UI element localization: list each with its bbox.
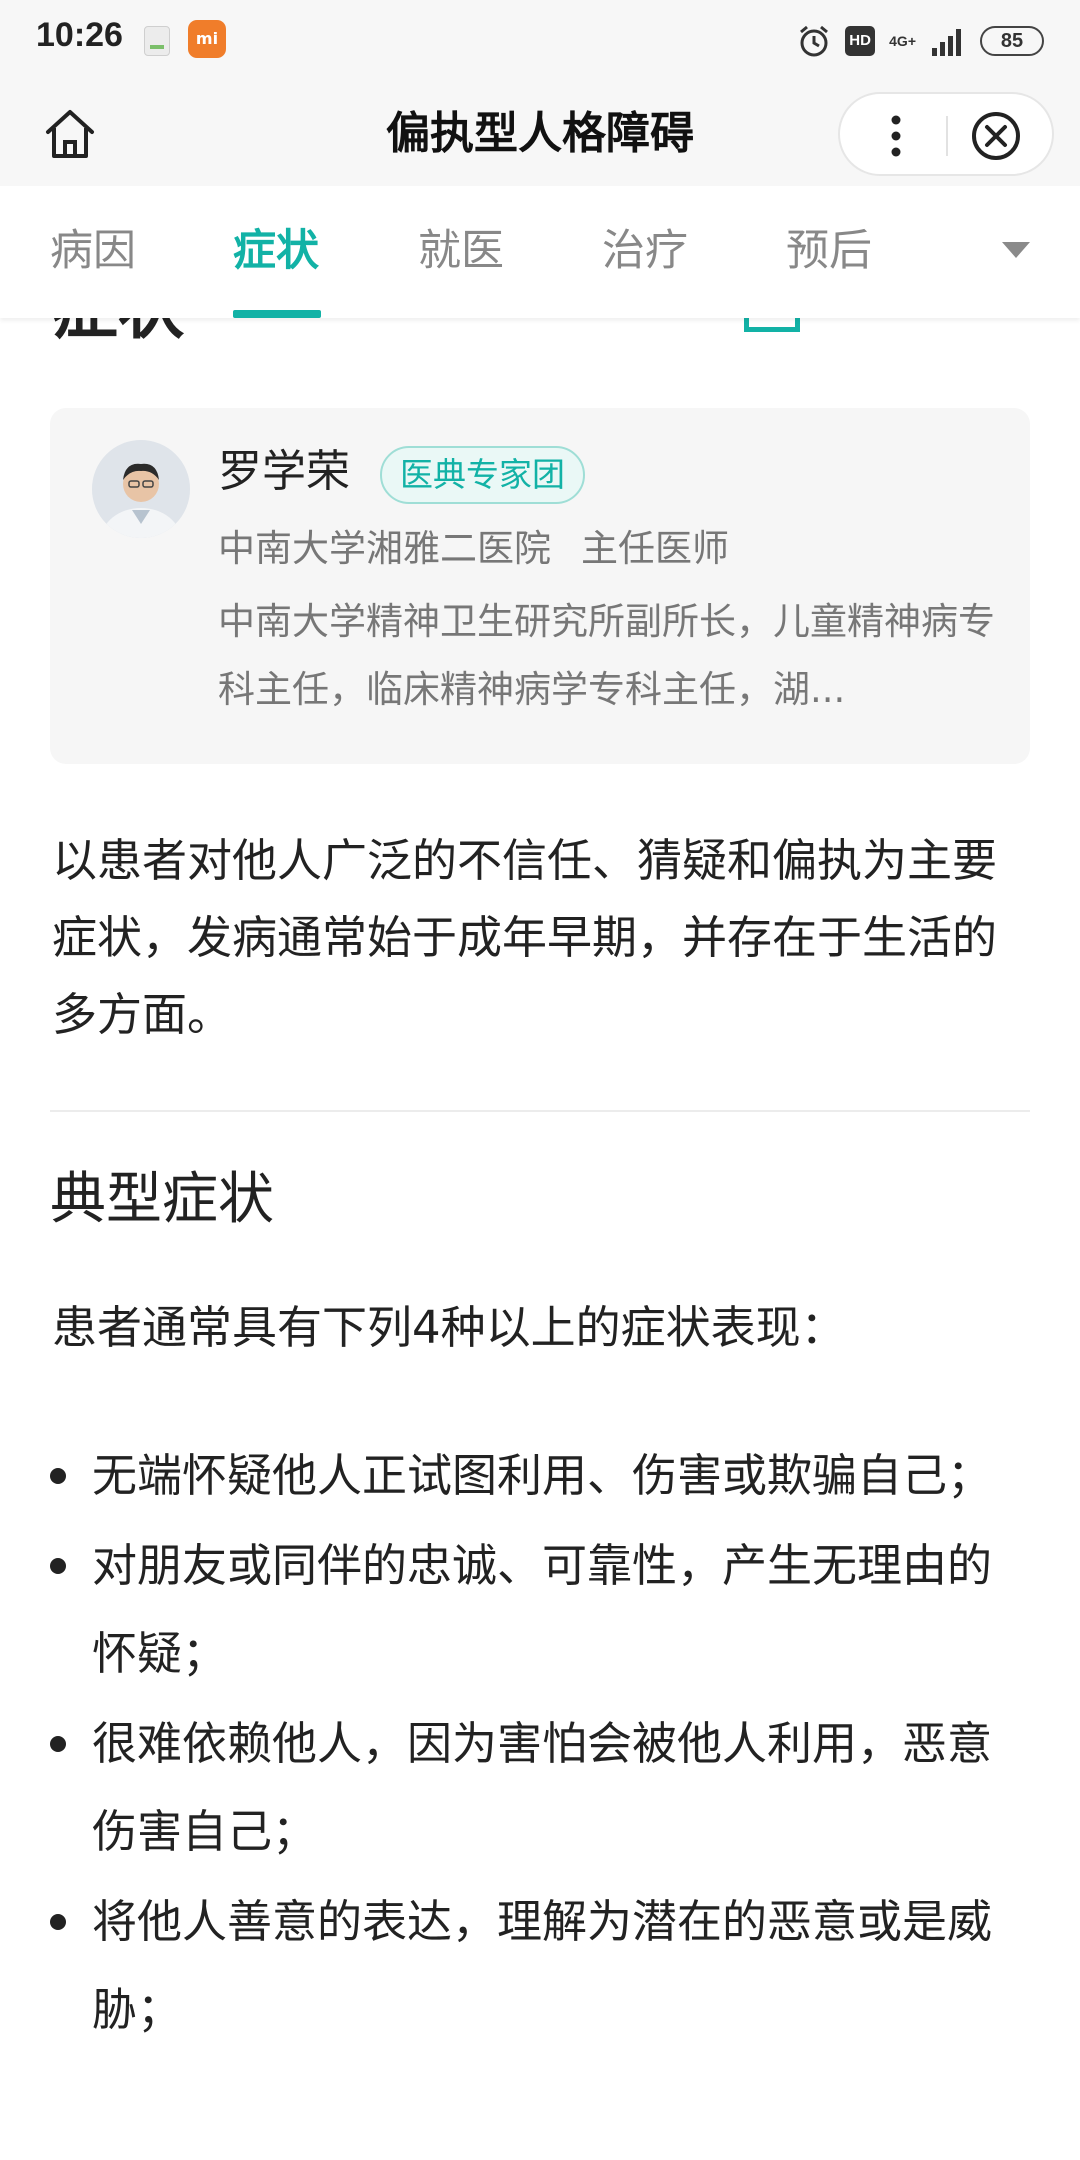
- active-tab-indicator: [233, 310, 321, 318]
- close-icon[interactable]: [966, 106, 1026, 166]
- hd-icon: HD: [845, 26, 876, 56]
- expert-bio: 中南大学精神卫生研究所副所长，儿童精神病专科主任，临床精神病学专科主任，湖...: [218, 600, 995, 711]
- tab-symptoms[interactable]: 症状: [233, 186, 319, 318]
- symptom-text: 对朋友或同伴的忠诚、可靠性，产生无理由的怀疑；: [92, 1539, 993, 1680]
- bullet-icon: [50, 1558, 66, 1574]
- expert-affiliation: 中南大学湘雅二医院 主任医师: [218, 524, 729, 574]
- expert-hospital: 中南大学湘雅二医院: [218, 527, 551, 570]
- tab-cause[interactable]: 病因: [50, 186, 136, 318]
- status-bar: 10:26 mi HD 4G+ 85: [0, 0, 1080, 82]
- expert-title: 主任医师: [581, 527, 729, 570]
- expert-name: 罗学荣: [218, 446, 350, 497]
- section-tabs: 病因 症状 就医 治疗 预后: [0, 186, 1080, 318]
- tab-prognosis[interactable]: 预后: [786, 186, 872, 318]
- list-item: 对朋友或同伴的忠诚、可靠性，产生无理由的怀疑；: [50, 1522, 1030, 1698]
- typical-symptoms-lead: 患者通常具有下列4种以上的症状表现：: [52, 1301, 846, 1354]
- expert-team-badge: 医典专家团: [380, 446, 585, 504]
- symptom-list: 无端怀疑他人正试图利用、伤害或欺骗自己； 对朋友或同伴的忠诚、可靠性，产生无理由…: [50, 1432, 1030, 2056]
- alarm-icon: [800, 25, 829, 57]
- title-bar: 偏执型人格障碍: [0, 82, 1080, 186]
- intro-paragraph: 以患者对他人广泛的不信任、猜疑和偏执为主要症状，发病通常始于成年早期，并存在于生…: [52, 834, 998, 1041]
- list-item: 无端怀疑他人正试图利用、伤害或欺骗自己；: [50, 1432, 1030, 1520]
- divider: [50, 1110, 1030, 1112]
- avatar: [92, 440, 190, 538]
- status-icons: HD 4G+ 85: [797, 18, 1044, 64]
- expert-card[interactable]: 罗学荣 医典专家团 中南大学湘雅二医院 主任医师 中南大学精神卫生研究所副所长，儿…: [50, 408, 1030, 764]
- more-options-icon[interactable]: [866, 106, 926, 166]
- tab-diagnosis[interactable]: 就医: [418, 186, 504, 318]
- tabs-dropdown-icon[interactable]: [998, 236, 1034, 264]
- symptom-text: 无端怀疑他人正试图利用、伤害或欺骗自己；: [92, 1449, 993, 1502]
- tab-treatment[interactable]: 治疗: [602, 186, 688, 318]
- mi-app-notification-icon: mi: [188, 20, 226, 58]
- symptom-text: 很难依赖他人，因为害怕会被他人利用，恶意伤害自己；: [92, 1717, 993, 1858]
- list-item: 很难依赖他人，因为害怕会被他人利用，恶意伤害自己；: [50, 1700, 1030, 1876]
- typical-symptoms-heading: 典型症状: [50, 1167, 274, 1232]
- symptom-text: 将他人善意的表达，理解为潜在的恶意或是威胁；: [92, 1895, 993, 2036]
- doctor-avatar-icon: [92, 440, 190, 538]
- network-type-label: 4G+: [889, 33, 916, 49]
- battery-icon: 85: [980, 26, 1044, 56]
- notification-app-icon: [144, 26, 170, 56]
- bullet-icon: [50, 1736, 66, 1752]
- bullet-icon: [50, 1914, 66, 1930]
- home-icon[interactable]: [40, 104, 100, 164]
- signal-icon: [932, 29, 961, 56]
- list-item: 将他人善意的表达，理解为潜在的恶意或是威胁；: [50, 1878, 1030, 2054]
- status-time: 10:26: [36, 16, 123, 54]
- bullet-icon: [50, 1468, 66, 1484]
- capsule-divider: [946, 116, 948, 156]
- mini-program-capsule: [838, 92, 1054, 176]
